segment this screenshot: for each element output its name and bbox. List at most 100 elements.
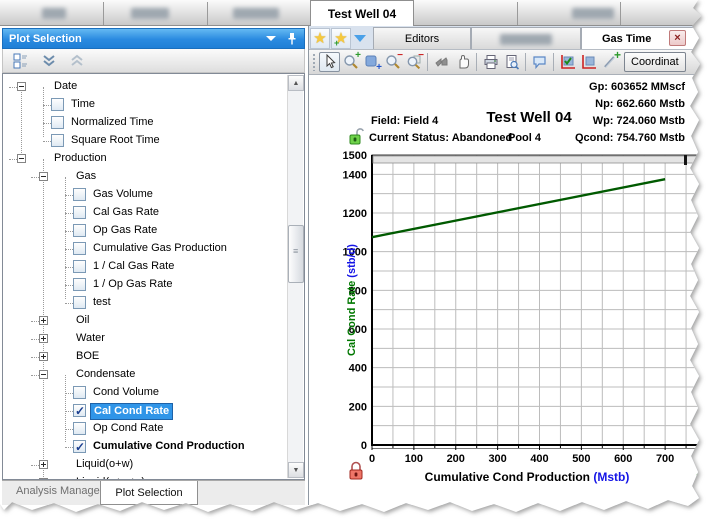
tree-item-label[interactable]: Cond Volume	[90, 385, 162, 400]
tree-checkbox[interactable]	[73, 296, 86, 309]
tree-checkbox[interactable]	[73, 260, 86, 273]
chart-area[interactable]: Gp: 603652 MMscf Np: 662.660 Mstb Wp: 72…	[309, 75, 712, 505]
tree-item-label[interactable]: Date	[51, 79, 80, 94]
tree-item[interactable]: Square Root Time	[3, 132, 286, 150]
checkbox-list-icon[interactable]	[13, 53, 29, 69]
tree-item[interactable]: Date	[3, 78, 286, 96]
double-chevron-up-icon[interactable]	[69, 53, 85, 69]
tree-item[interactable]: 1 / Cal Gas Rate	[3, 258, 286, 276]
expand-icon[interactable]	[39, 334, 48, 343]
x-axis-unlock-icon[interactable]	[694, 466, 712, 486]
menu-dropdown-icon[interactable]	[266, 36, 276, 41]
tree-item[interactable]: Time	[3, 96, 286, 114]
tree-item[interactable]: Water	[3, 330, 286, 348]
tree-item-label[interactable]: Op Cond Rate	[90, 421, 166, 436]
tree-item-label[interactable]: test	[90, 295, 114, 310]
tree-item[interactable]: Cal Gas Rate	[3, 204, 286, 222]
coordinates-button[interactable]: Coordinat	[624, 52, 686, 72]
tree-item[interactable]: Gas	[3, 168, 286, 186]
tree-item-label[interactable]: Normalized Time	[68, 115, 157, 130]
tree-item[interactable]: Cumulative Gas Production	[3, 240, 286, 258]
tree-checkbox[interactable]: ✓	[73, 440, 86, 453]
tree-checkbox[interactable]: ✓	[73, 404, 86, 417]
redacted-tab[interactable]	[572, 8, 614, 19]
scroll-down-button[interactable]: ▼	[288, 462, 304, 478]
tree-item[interactable]: ✓ Cumulative Cond Production	[3, 438, 286, 456]
tree-checkbox[interactable]	[73, 278, 86, 291]
tab-editors[interactable]: Editors	[373, 27, 471, 49]
tree-item[interactable]: Liquid(o+w)	[3, 456, 286, 474]
plot-selection-tree[interactable]: Date Time Normalized Time Square Root Time P…	[2, 73, 305, 480]
tree-item-label[interactable]: Cal Cond Rate	[90, 403, 173, 420]
print-button[interactable]	[480, 52, 501, 72]
redacted-tab[interactable]	[233, 8, 279, 19]
collapse-icon[interactable]	[17, 154, 26, 163]
x-axis-lock-icon[interactable]	[347, 461, 365, 481]
tree-item-label[interactable]: Cal Gas Rate	[90, 205, 162, 220]
tree-item-label[interactable]: Liquid(o+w)	[73, 457, 136, 472]
tree-checkbox[interactable]	[51, 116, 64, 129]
tree-item-label[interactable]: Square Root Time	[68, 133, 163, 148]
tree-item[interactable]: Production	[3, 150, 286, 168]
tree-item[interactable]: Condensate	[3, 366, 286, 384]
tab-test-well-04[interactable]: Test Well 04	[310, 0, 414, 26]
collapse-icon[interactable]	[39, 172, 48, 181]
zoom-window-button[interactable]: +	[361, 52, 382, 72]
print-preview-button[interactable]	[501, 52, 522, 72]
favorite-star-button[interactable]: ★	[310, 28, 330, 49]
expand-icon[interactable]	[39, 316, 48, 325]
collapse-icon[interactable]	[39, 370, 48, 379]
tree-item[interactable]: Gas Volume	[3, 186, 286, 204]
y-axis-unlock-icon[interactable]	[347, 127, 365, 147]
zoom-out-button[interactable]: −	[382, 52, 403, 72]
tree-checkbox[interactable]	[51, 98, 64, 111]
tree-item[interactable]: Op Cond Rate	[3, 420, 286, 438]
tree-item-label[interactable]: Cumulative Cond Production	[90, 439, 248, 454]
add-line-button[interactable]: +	[599, 52, 620, 72]
tree-checkbox[interactable]	[73, 422, 86, 435]
move-tool-button[interactable]	[431, 52, 452, 72]
tree-checkbox[interactable]	[51, 134, 64, 147]
tree-item-label[interactable]: Water	[73, 331, 108, 346]
tab-plot-selection[interactable]: Plot Selection	[100, 481, 198, 505]
tree-item-label[interactable]: Gas	[73, 169, 99, 184]
tree-item-label[interactable]: Gas Volume	[90, 187, 156, 202]
tree-item-label[interactable]: BOE	[73, 349, 102, 364]
tree-item-label[interactable]: Oil	[73, 313, 92, 328]
tree-item-label[interactable]: Time	[68, 97, 98, 112]
redacted-tab[interactable]	[471, 27, 581, 49]
redacted-tab[interactable]	[42, 8, 66, 19]
tree-checkbox[interactable]	[73, 206, 86, 219]
tree-item[interactable]: Normalized Time	[3, 114, 286, 132]
tree-checkbox[interactable]	[73, 224, 86, 237]
zoom-in-button[interactable]: +	[340, 52, 361, 72]
tree-item-label[interactable]: Op Gas Rate	[90, 223, 160, 238]
tab-gas-time[interactable]: Gas Time ×	[581, 27, 709, 49]
tree-checkbox[interactable]	[73, 242, 86, 255]
pointer-tool-button[interactable]	[319, 52, 340, 72]
axes-properties-button[interactable]	[578, 52, 599, 72]
tree-item-label[interactable]: Production	[51, 151, 110, 166]
collapse-icon[interactable]	[17, 82, 26, 91]
tree-item-label[interactable]: Cumulative Gas Production	[90, 241, 230, 256]
favorites-dropdown[interactable]	[351, 28, 369, 49]
plot-canvas[interactable]: 0100200300400500600700800020040060080010…	[341, 150, 712, 475]
tree-checkbox[interactable]	[73, 386, 86, 399]
tree-item[interactable]: 1 / Op Gas Rate	[3, 276, 286, 294]
toolbar-grip[interactable]	[312, 53, 316, 71]
expand-icon[interactable]	[39, 460, 48, 469]
scroll-thumb[interactable]	[288, 225, 304, 283]
tree-item[interactable]: ✓ Cal Cond Rate	[3, 402, 286, 420]
scroll-up-button[interactable]: ▲	[288, 75, 304, 91]
double-chevron-down-icon[interactable]	[41, 53, 57, 69]
tab-analysis-manager[interactable]: Analysis Manager	[16, 485, 103, 497]
add-favorite-button[interactable]: ★+	[331, 28, 351, 49]
tree-scrollbar[interactable]: ▲ ▼	[287, 75, 303, 478]
tree-item[interactable]: Op Gas Rate	[3, 222, 286, 240]
tree-item[interactable]: test	[3, 294, 286, 312]
tree-item[interactable]: Oil	[3, 312, 286, 330]
expand-icon[interactable]	[39, 352, 48, 361]
tree-item[interactable]: Cond Volume	[3, 384, 286, 402]
annotation-button[interactable]	[529, 52, 550, 72]
plot-options-button[interactable]	[557, 52, 578, 72]
